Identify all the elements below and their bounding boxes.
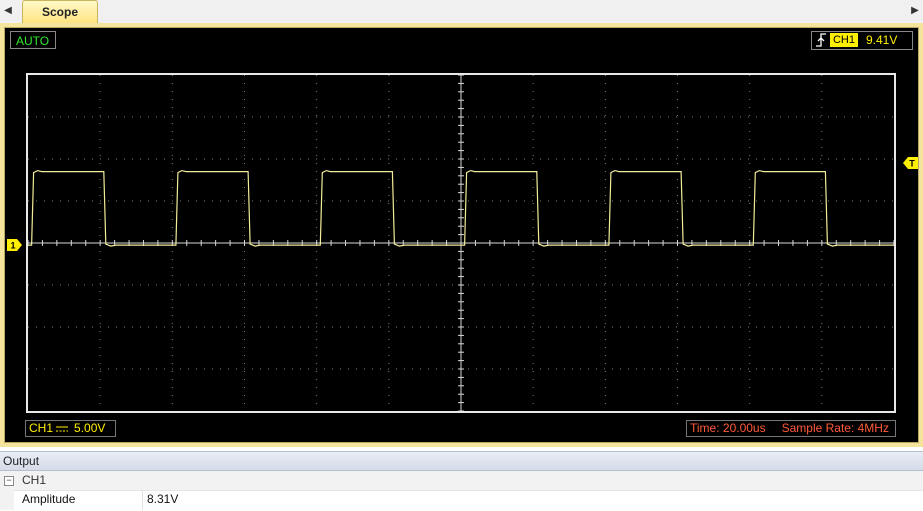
scroll-left-icon[interactable]: ◀ [2,4,14,18]
tab-scope[interactable]: Scope [22,0,98,25]
property-gutter [0,490,14,510]
property-value: 8.31V [147,492,179,506]
output-panel-title: Output [0,451,923,471]
dc-coupling-icon [56,426,69,432]
trigger-channel: CH1 [830,33,858,47]
property-row[interactable] [0,490,923,511]
graticule-grid [28,75,894,411]
trigger-level: 9.41V [866,33,898,47]
trigger-marker-label: T [909,159,915,169]
channel-status[interactable]: CH1 5.00V [25,420,116,437]
property-name: Amplitude [22,492,76,506]
volts-per-div: 5.00V [74,421,106,435]
scroll-right-icon[interactable]: ▶ [909,4,921,18]
acquisition-mode-badge[interactable]: AUTO [10,31,56,49]
collapse-icon[interactable]: − [4,476,14,486]
tab-strip [0,0,923,24]
sample-rate: Sample Rate: 4MHz [781,421,889,435]
property-separator [142,490,143,510]
channel-name: CH1 [29,421,54,435]
rising-edge-icon [816,33,826,47]
property-group-label: CH1 [22,473,47,487]
time-per-div: Time: 20.00us [690,421,766,435]
ch1-ground-marker[interactable]: 1 [7,239,23,251]
timebase-status[interactable]: Time: 20.00us Sample Rate: 4MHz [686,420,896,437]
property-group-row[interactable] [0,471,923,490]
trigger-level-marker[interactable]: T [902,157,918,169]
waveform-plot [28,75,894,411]
ch1-marker-label: 1 [10,241,15,251]
